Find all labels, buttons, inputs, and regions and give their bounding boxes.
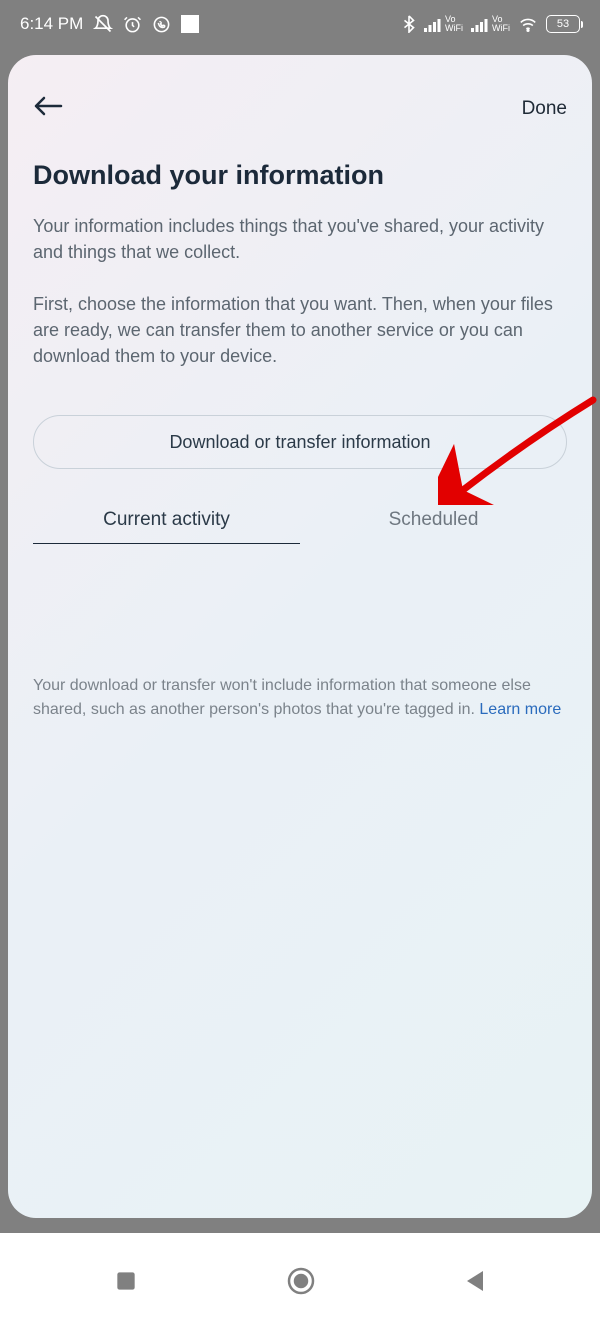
status-bar: 6:14 PM VoWiFi VoWiFi 53 xyxy=(0,0,600,48)
intro-text-2: First, choose the information that you w… xyxy=(33,291,567,369)
tabs: Current activity Scheduled xyxy=(33,509,567,544)
signal-1: VoWiFi xyxy=(424,15,463,33)
signal-2: VoWiFi xyxy=(471,15,510,33)
vowifi-icon: VoWiFi xyxy=(445,15,463,33)
silent-icon xyxy=(93,14,113,34)
tab-scheduled[interactable]: Scheduled xyxy=(300,509,567,544)
footnote-text: Your download or transfer won't include … xyxy=(33,677,531,718)
app-indicator-icon xyxy=(181,15,199,33)
nav-back-button[interactable] xyxy=(463,1268,487,1299)
back-button[interactable] xyxy=(33,95,63,122)
download-transfer-button[interactable]: Download or transfer information xyxy=(33,415,567,469)
vowifi-icon: VoWiFi xyxy=(492,15,510,33)
tab-current-activity[interactable]: Current activity xyxy=(33,509,300,544)
status-time: 6:14 PM xyxy=(20,14,83,34)
intro-text-1: Your information includes things that yo… xyxy=(33,213,567,265)
page-title: Download your information xyxy=(33,160,567,191)
alarm-icon xyxy=(123,15,142,34)
learn-more-link[interactable]: Learn more xyxy=(479,701,561,718)
battery-icon: 53 xyxy=(546,15,580,33)
footnote: Your download or transfer won't include … xyxy=(33,674,567,722)
main-card: Done Download your information Your info… xyxy=(8,55,592,1218)
system-nav-bar xyxy=(0,1233,600,1333)
bluetooth-icon xyxy=(402,15,416,33)
wifi-icon xyxy=(518,16,538,32)
nav-recent-button[interactable] xyxy=(113,1268,139,1299)
done-button[interactable]: Done xyxy=(522,98,567,120)
whatsapp-icon xyxy=(152,15,171,34)
nav-home-button[interactable] xyxy=(286,1266,316,1301)
